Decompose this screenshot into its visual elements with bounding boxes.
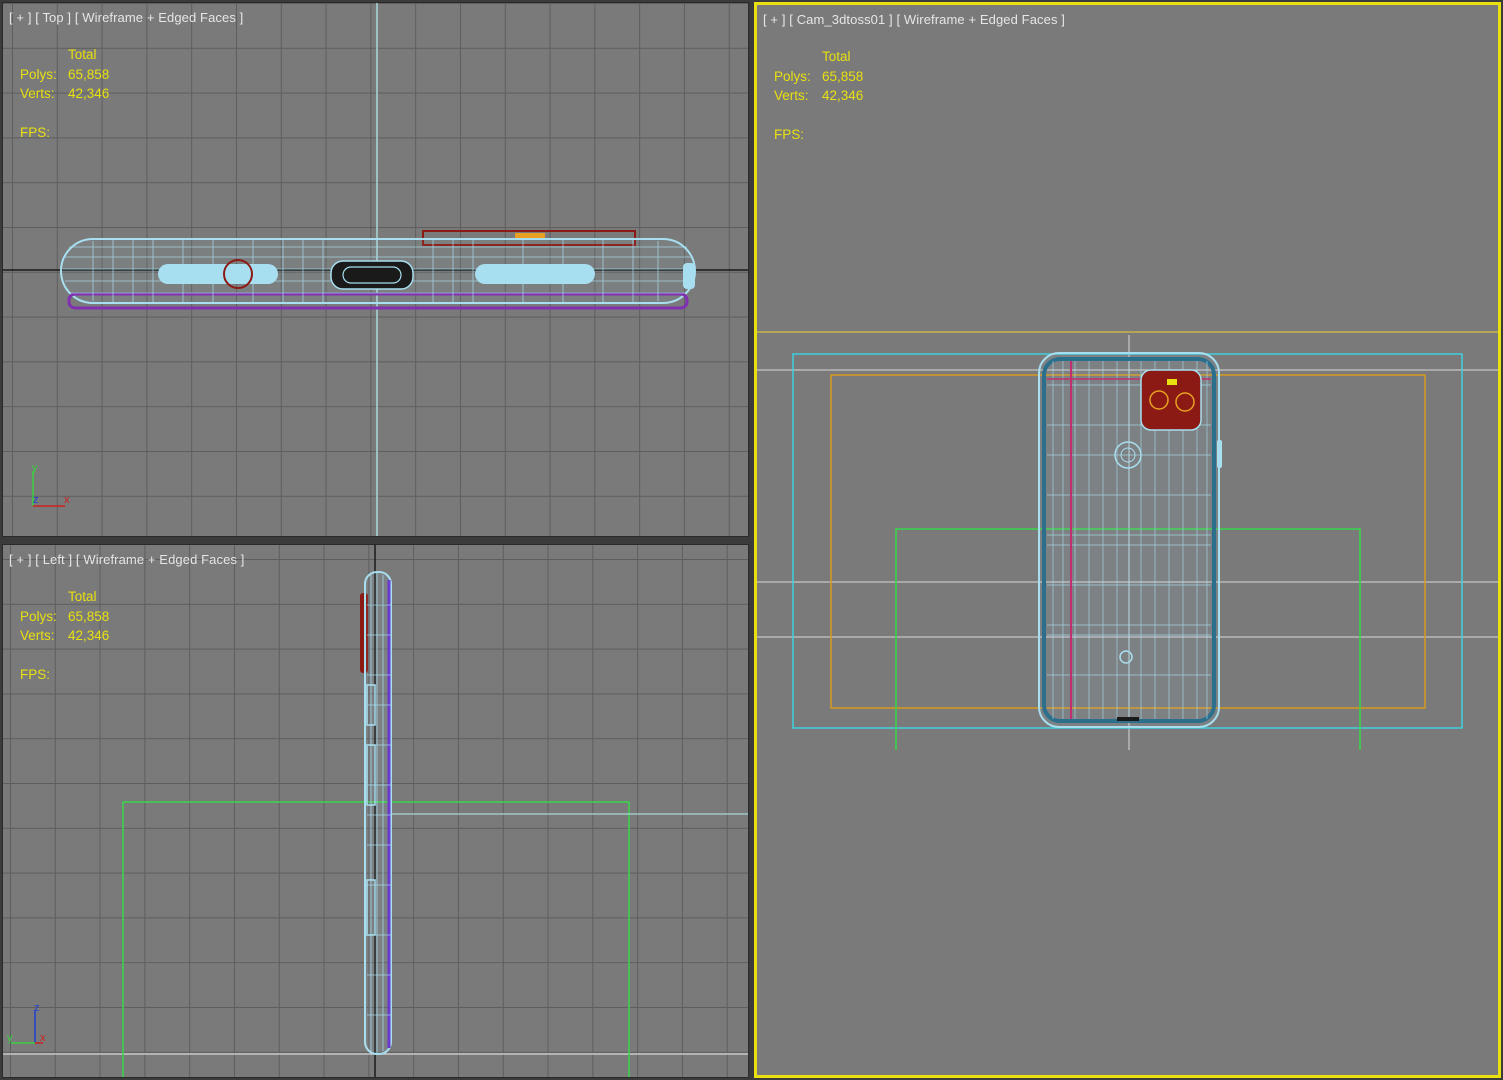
fps-label: FPS: (20, 124, 51, 140)
camera-view-scene[interactable] (757, 5, 1498, 1075)
scene-statistics: Total Polys: 65,858 Verts: 42,346 FPS: (20, 45, 109, 142)
polys-value: 65,858 (822, 68, 864, 84)
axis-label-right: x (40, 1032, 46, 1044)
top-view-scene[interactable] (3, 3, 749, 537)
verts-label: Verts: (20, 86, 55, 101)
viewport-plus-menu[interactable]: [ + ] (763, 12, 786, 27)
scene-statistics: Total Polys: 65,858 Verts: 42,346 FPS: (20, 587, 109, 684)
fps-label: FPS: (20, 666, 51, 682)
polys-label: Polys: (20, 608, 57, 624)
viewport-label[interactable]: [ + ] [ Cam_3dtoss01 ] [ Wireframe + Edg… (763, 12, 1065, 27)
axis-label-right: x (64, 494, 70, 506)
viewport-camera[interactable]: [ + ] [ Cam_3dtoss01 ] [ Wireframe + Edg… (754, 2, 1501, 1078)
verts-value: 42,346 (68, 86, 110, 101)
viewport-view-menu[interactable]: [ Left ] (35, 552, 72, 567)
viewport-shading-menu[interactable]: [ Wireframe + Edged Faces ] (76, 552, 245, 567)
viewport-top[interactable]: y x z [ + ] [ Top ] [ Wireframe + Edged … (2, 2, 749, 537)
axis-tripod (11, 1010, 43, 1044)
phone-model-back[interactable] (1038, 352, 1222, 728)
viewport-plus-menu[interactable]: [ + ] (9, 10, 32, 25)
scene-statistics: Total Polys: 65,858 Verts: 42,346 FPS: (774, 47, 863, 144)
polys-value: 65,858 (68, 66, 110, 82)
verts-label: Verts: (20, 628, 55, 643)
viewport-shading-menu[interactable]: [ Wireframe + Edged Faces ] (75, 10, 244, 25)
fps-label: FPS: (774, 126, 805, 142)
viewport-label[interactable]: [ + ] [ Top ] [ Wireframe + Edged Faces … (9, 10, 243, 25)
viewport-left[interactable]: z x y [ + ] [ Left ] [ Wireframe + Edged… (2, 544, 749, 1078)
left-view-scene[interactable] (3, 545, 749, 1078)
stats-total-header: Total (822, 49, 851, 64)
verts-value: 42,346 (68, 628, 110, 643)
phone-model-side[interactable] (360, 571, 392, 1055)
viewport-view-menu[interactable]: [ Cam_3dtoss01 ] (789, 12, 893, 27)
stats-total-header: Total (68, 589, 97, 604)
verts-value: 42,346 (822, 88, 864, 103)
axis-label-origin: z (33, 494, 39, 506)
verts-label: Verts: (774, 88, 809, 103)
polys-label: Polys: (20, 66, 57, 82)
axis-label-up: z (34, 1002, 40, 1014)
axis-label-origin: y (7, 1032, 13, 1044)
axis-label-up: y (32, 462, 38, 474)
viewport-label[interactable]: [ + ] [ Left ] [ Wireframe + Edged Faces… (9, 552, 244, 567)
viewport-view-menu[interactable]: [ Top ] (35, 10, 71, 25)
stats-total-header: Total (68, 47, 97, 62)
polys-value: 65,858 (68, 608, 110, 624)
viewport-shading-menu[interactable]: [ Wireframe + Edged Faces ] (896, 12, 1065, 27)
phone-model-top[interactable] (60, 230, 696, 310)
viewport-plus-menu[interactable]: [ + ] (9, 552, 32, 567)
polys-label: Polys: (774, 68, 811, 84)
